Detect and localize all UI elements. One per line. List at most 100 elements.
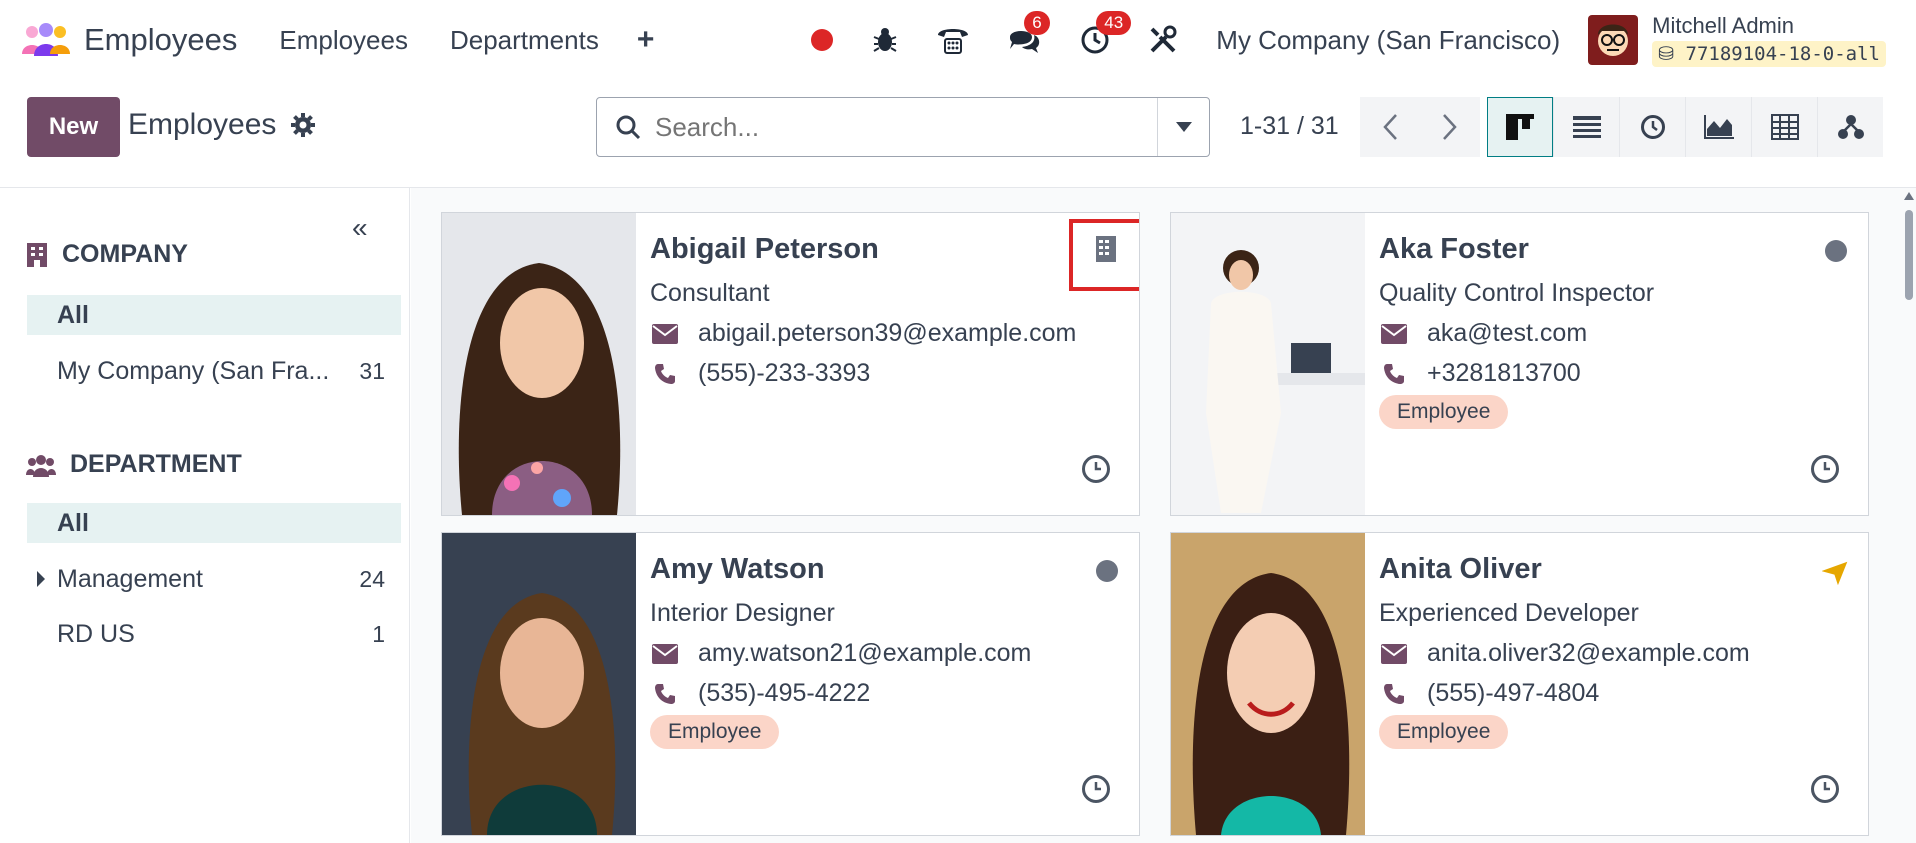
activity-clock-icon[interactable] bbox=[1810, 774, 1840, 809]
company-filter-all[interactable]: All bbox=[27, 295, 401, 335]
employee-phone[interactable]: (555)-497-4804 bbox=[1427, 679, 1599, 708]
employee-photo bbox=[442, 533, 636, 835]
activities-badge: 43 bbox=[1096, 11, 1132, 35]
employee-email-row: aka@test.com bbox=[1379, 319, 1587, 348]
envelope-icon bbox=[1379, 323, 1409, 344]
expand-caret-icon[interactable] bbox=[37, 571, 45, 587]
department-filter-rd-us[interactable]: RD US 1 bbox=[27, 614, 401, 654]
graph-icon bbox=[1703, 115, 1734, 139]
phone-icon[interactable] bbox=[936, 25, 970, 55]
activity-view-button[interactable] bbox=[1619, 97, 1685, 157]
collapse-panel-button[interactable]: « bbox=[352, 212, 368, 244]
tools-icon[interactable] bbox=[1148, 25, 1178, 55]
filter-count: 31 bbox=[359, 357, 385, 384]
new-button[interactable]: New bbox=[27, 97, 120, 157]
search-input[interactable] bbox=[655, 111, 1135, 143]
app-brand[interactable]: Employees bbox=[20, 22, 237, 58]
gear-icon[interactable] bbox=[290, 112, 316, 138]
activity-clock-icon[interactable] bbox=[1810, 454, 1840, 489]
company-filter-my-company[interactable]: My Company (San Fra... 31 bbox=[27, 351, 401, 391]
pivot-view-button[interactable] bbox=[1751, 97, 1817, 157]
bug-icon[interactable] bbox=[872, 27, 898, 53]
messages-badge: 6 bbox=[1024, 11, 1050, 35]
search-options-toggle[interactable] bbox=[1157, 98, 1209, 156]
employee-job-title: Quality Control Inspector bbox=[1379, 279, 1655, 307]
employee-email-row: abigail.peterson39@example.com bbox=[650, 319, 1076, 348]
employee-email[interactable]: aka@test.com bbox=[1427, 319, 1587, 348]
phone-icon bbox=[650, 683, 680, 705]
department-filter-all[interactable]: All bbox=[27, 503, 401, 543]
database-tag: ⛁ 77189104-18-0-all bbox=[1652, 41, 1886, 67]
search-icon bbox=[615, 114, 641, 140]
activity-clock-icon[interactable]: 43 bbox=[1080, 11, 1132, 55]
employee-phone[interactable]: (555)-233-3393 bbox=[698, 359, 870, 388]
employee-job-title: Interior Designer bbox=[650, 599, 835, 627]
employee-card[interactable]: Anita Oliver Experienced Developer anita… bbox=[1170, 532, 1869, 836]
employee-photo bbox=[1171, 213, 1365, 515]
pager-next-button[interactable] bbox=[1420, 97, 1480, 157]
messages-icon[interactable]: 6 bbox=[1008, 11, 1050, 55]
graph-view-button[interactable] bbox=[1685, 97, 1751, 157]
add-menu-button[interactable]: + bbox=[637, 23, 655, 57]
avatar bbox=[1588, 15, 1639, 65]
hierarchy-icon bbox=[1837, 115, 1864, 139]
pager-previous-button[interactable] bbox=[1360, 97, 1420, 157]
employee-phone-row: (555)-497-4804 bbox=[1379, 679, 1599, 708]
highlight-box bbox=[1069, 219, 1139, 291]
employee-card[interactable]: Abigail Peterson Consultant abigail.pete… bbox=[441, 212, 1140, 516]
app-title: Employees bbox=[84, 22, 238, 57]
top-navbar: Employees Employees Departments + 6 43 M… bbox=[0, 0, 1916, 80]
employee-photo bbox=[442, 213, 636, 515]
phone-icon bbox=[650, 363, 680, 385]
employee-photo bbox=[1171, 533, 1365, 835]
employee-phone[interactable]: (535)-495-4222 bbox=[698, 679, 870, 708]
department-filter-management[interactable]: Management 24 bbox=[27, 559, 401, 599]
employee-email-row: amy.watson21@example.com bbox=[650, 639, 1031, 668]
employee-email[interactable]: abigail.peterson39@example.com bbox=[698, 319, 1076, 348]
employee-card[interactable]: Aka Foster Quality Control Inspector aka… bbox=[1170, 212, 1869, 516]
employee-job-title: Experienced Developer bbox=[1379, 599, 1639, 627]
user-menu[interactable]: Mitchell Admin ⛁ 77189104-18-0-all bbox=[1588, 13, 1886, 67]
employee-email-row: anita.oliver32@example.com bbox=[1379, 639, 1750, 668]
employee-tag: Employee bbox=[1379, 395, 1509, 429]
filter-count: 24 bbox=[359, 565, 385, 592]
kanban-icon bbox=[1506, 114, 1534, 140]
employee-email[interactable]: amy.watson21@example.com bbox=[698, 639, 1031, 668]
employee-phone-row: +3281813700 bbox=[1379, 359, 1581, 388]
employee-name: Abigail Peterson bbox=[650, 233, 879, 265]
employee-name: Amy Watson bbox=[650, 553, 825, 585]
envelope-icon bbox=[650, 323, 680, 344]
menu-employees[interactable]: Employees bbox=[279, 25, 408, 56]
pager-value[interactable]: 1-31 / 31 bbox=[1240, 112, 1339, 141]
employees-app-icon bbox=[22, 23, 70, 56]
department-section-header: DEPARTMENT bbox=[26, 450, 242, 479]
list-icon bbox=[1572, 116, 1601, 138]
hierarchy-view-button[interactable] bbox=[1817, 97, 1883, 157]
envelope-icon bbox=[650, 643, 680, 664]
building-icon bbox=[27, 242, 47, 267]
employee-email[interactable]: anita.oliver32@example.com bbox=[1427, 639, 1750, 668]
offline-status-icon bbox=[1824, 239, 1848, 268]
menu-departments[interactable]: Departments bbox=[450, 25, 599, 56]
employee-name: Aka Foster bbox=[1379, 233, 1529, 265]
activity-clock-icon[interactable] bbox=[1081, 454, 1111, 489]
kanban-view-button[interactable] bbox=[1487, 97, 1553, 157]
activity-clock-icon[interactable] bbox=[1081, 774, 1111, 809]
employee-card[interactable]: Amy Watson Interior Designer amy.watson2… bbox=[441, 532, 1140, 836]
company-section-header: COMPANY bbox=[26, 240, 188, 269]
employee-job-title: Consultant bbox=[650, 279, 770, 307]
chevron-right-icon bbox=[1443, 114, 1457, 140]
employee-phone-row: (535)-495-4222 bbox=[650, 679, 870, 708]
filter-count: 1 bbox=[372, 620, 385, 647]
employee-phone[interactable]: +3281813700 bbox=[1427, 359, 1581, 388]
scrollbar[interactable] bbox=[1902, 188, 1916, 843]
company-switcher[interactable]: My Company (San Francisco) bbox=[1216, 25, 1560, 56]
chevron-left-icon bbox=[1383, 114, 1397, 140]
search-bar bbox=[596, 97, 1210, 157]
list-view-button[interactable] bbox=[1553, 97, 1619, 157]
phone-icon bbox=[1379, 363, 1409, 385]
record-icon[interactable] bbox=[810, 28, 834, 52]
search-panel: « COMPANY All My Company (San Fra... 31 … bbox=[0, 188, 410, 843]
department-section-title: DEPARTMENT bbox=[70, 450, 242, 478]
navbar-systray: 6 43 My Company (San Francisco) Mitchell… bbox=[810, 0, 1916, 80]
